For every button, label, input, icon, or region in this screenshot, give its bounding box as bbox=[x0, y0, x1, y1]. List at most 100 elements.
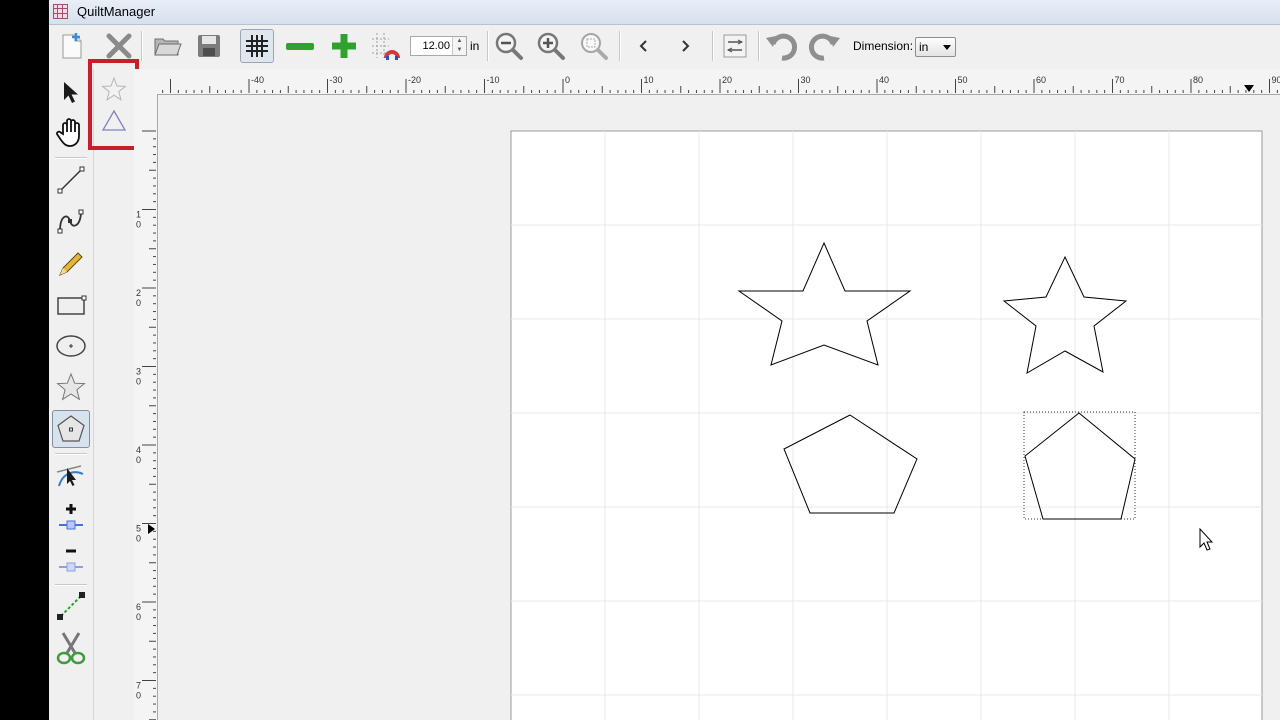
ruler-label: 3 bbox=[136, 367, 141, 377]
connect-tool[interactable] bbox=[52, 587, 90, 625]
ruler-label: 90 bbox=[1272, 75, 1280, 85]
zoom-fit-button[interactable] bbox=[577, 29, 611, 63]
align-icon bbox=[723, 34, 747, 58]
align-button[interactable] bbox=[718, 29, 752, 63]
horizontal-ruler: -40 -30 -20 -10 0 10 20 30 40 50 60 70 80 90 bbox=[134, 69, 1280, 95]
zoom-field: ▲ ▼ bbox=[410, 36, 467, 56]
ruler-label: 10 bbox=[644, 75, 654, 85]
zoom-out-button[interactable] bbox=[492, 29, 526, 63]
ruler-label: 4 bbox=[136, 445, 141, 455]
plus-icon bbox=[332, 34, 356, 58]
grid-icon bbox=[246, 35, 268, 57]
remove-node-icon bbox=[59, 549, 83, 572]
redo-icon bbox=[808, 33, 840, 61]
main-toolbar: ▲ ▼ in bbox=[49, 25, 1280, 69]
select-tool[interactable] bbox=[52, 73, 90, 111]
add-block-button[interactable] bbox=[327, 29, 361, 63]
ruler-label: 60 bbox=[1036, 75, 1046, 85]
title-bar: QuiltManager bbox=[49, 0, 1280, 25]
new-button[interactable] bbox=[55, 29, 89, 63]
spin-down-icon[interactable]: ▼ bbox=[453, 46, 466, 55]
save-button[interactable] bbox=[192, 29, 226, 63]
node-edit-icon bbox=[56, 465, 84, 487]
toolbar-separator bbox=[712, 31, 714, 61]
ruler-label: 0 bbox=[136, 612, 141, 622]
ruler-marker-icon bbox=[148, 524, 155, 534]
pan-hand-icon bbox=[56, 118, 80, 147]
chevron-down-icon bbox=[943, 45, 951, 50]
grid-toggle-button[interactable] bbox=[240, 29, 274, 63]
vertical-ruler: 10203040506070 bbox=[134, 94, 158, 720]
delete-button[interactable] bbox=[102, 29, 136, 63]
minus-icon bbox=[286, 43, 314, 50]
zoom-out-icon bbox=[495, 32, 523, 60]
ruler-label: 7 bbox=[136, 681, 141, 691]
undo-icon bbox=[766, 33, 798, 61]
ruler-label: 2 bbox=[136, 288, 141, 298]
line-icon bbox=[57, 166, 85, 194]
connect-line-icon bbox=[57, 592, 85, 620]
application-window: QuiltManager 12.00 ▲ ▼ in Dimension: in … bbox=[49, 0, 1280, 720]
previous-button[interactable] bbox=[627, 29, 661, 63]
spin-up-icon[interactable]: ▲ bbox=[453, 37, 466, 46]
ruler-label: 0 bbox=[136, 220, 141, 230]
ruler-label: 0 bbox=[136, 455, 141, 465]
snap-magnet-icon bbox=[372, 33, 400, 60]
redo-button[interactable] bbox=[808, 29, 842, 63]
ruler-label: 6 bbox=[136, 602, 141, 612]
ruler-label: 80 bbox=[1193, 75, 1203, 85]
save-icon bbox=[198, 35, 220, 57]
ruler-label: -10 bbox=[487, 75, 500, 85]
ruler-corner bbox=[134, 69, 157, 94]
ruler-label: -30 bbox=[330, 75, 343, 85]
design-canvas-area[interactable]: -40-30-20-100102030405060708090 10203040… bbox=[134, 69, 1280, 720]
star-tool[interactable] bbox=[52, 369, 90, 407]
zoom-in-icon bbox=[537, 32, 565, 60]
pencil-tool[interactable] bbox=[52, 245, 90, 283]
ruler-label: 0 bbox=[136, 534, 141, 544]
curve-tool[interactable] bbox=[52, 203, 90, 241]
ruler-label: 0 bbox=[136, 691, 141, 701]
add-node-tool[interactable] bbox=[52, 499, 90, 537]
next-button[interactable] bbox=[668, 29, 702, 63]
select-arrow-icon bbox=[64, 82, 78, 103]
palette-separator bbox=[55, 157, 87, 159]
ruler-label: -40 bbox=[251, 75, 264, 85]
ellipse-tool[interactable] bbox=[52, 327, 90, 365]
zoom-input[interactable] bbox=[411, 37, 453, 55]
app-icon bbox=[53, 4, 68, 19]
line-tool[interactable] bbox=[52, 161, 90, 199]
ruler-label: 30 bbox=[801, 75, 811, 85]
polygon-tool[interactable] bbox=[52, 410, 90, 448]
toolbar-separator bbox=[141, 31, 143, 61]
zoom-spinner[interactable]: ▲ ▼ bbox=[452, 37, 466, 55]
dimension-select[interactable]: in bbox=[915, 37, 956, 57]
snap-button[interactable] bbox=[368, 29, 402, 63]
remove-node-tool[interactable] bbox=[52, 541, 90, 579]
drawing-canvas[interactable] bbox=[134, 69, 1280, 720]
pencil-icon bbox=[59, 252, 83, 276]
new-icon bbox=[62, 33, 82, 59]
zoom-in-button[interactable] bbox=[534, 29, 568, 63]
open-button[interactable] bbox=[150, 29, 184, 63]
scissors-icon bbox=[56, 632, 86, 665]
toolbar-separator bbox=[487, 31, 489, 61]
ruler-label: 40 bbox=[879, 75, 889, 85]
ruler-label: 0 bbox=[565, 75, 570, 85]
highlight-box bbox=[88, 59, 139, 150]
ruler-label: 1 bbox=[136, 210, 141, 220]
zoom-unit-label: in bbox=[470, 39, 480, 53]
node-edit-tool[interactable] bbox=[52, 457, 90, 495]
scissors-tool[interactable] bbox=[52, 629, 90, 667]
prev-icon bbox=[639, 40, 647, 52]
curve-icon bbox=[57, 209, 84, 234]
next-icon bbox=[682, 40, 690, 52]
palette-separator bbox=[55, 453, 87, 455]
undo-button[interactable] bbox=[764, 29, 798, 63]
pan-tool[interactable] bbox=[52, 113, 90, 151]
rectangle-icon bbox=[57, 295, 87, 315]
remove-block-button[interactable] bbox=[283, 29, 317, 63]
ruler-label: 70 bbox=[1115, 75, 1125, 85]
dimension-value: in bbox=[919, 40, 929, 54]
rectangle-tool[interactable] bbox=[52, 287, 90, 325]
